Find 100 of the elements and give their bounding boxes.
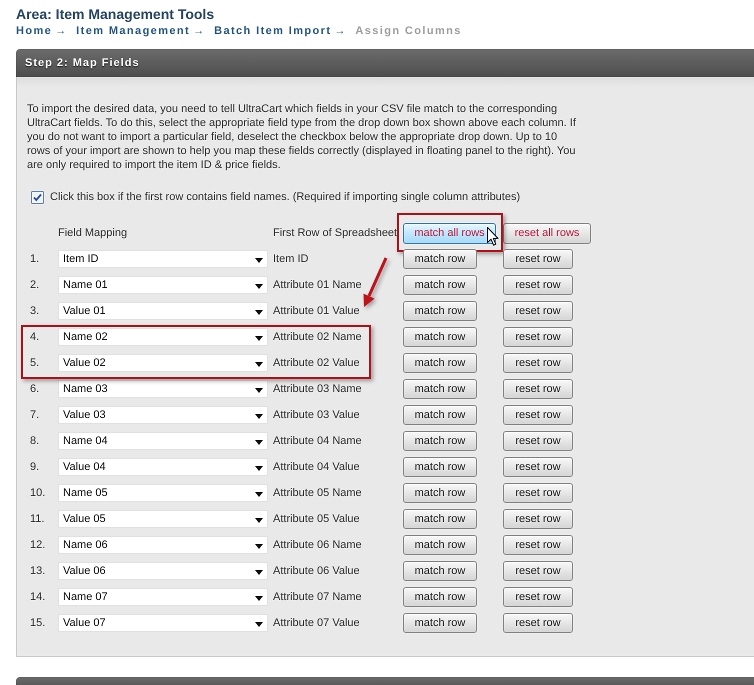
match-row-button[interactable]: match row — [403, 535, 477, 555]
match-all-button[interactable]: match all rows — [403, 222, 496, 244]
area-title: Area: Item Management Tools — [16, 5, 216, 23]
caret-icon — [255, 544, 263, 548]
breadcrumb-separator: → — [55, 25, 66, 37]
reset-row-button[interactable]: reset row — [503, 353, 573, 373]
row-number: 15. — [29, 617, 46, 629]
dropdown-field[interactable]: Value 04 — [58, 458, 268, 476]
row-number: 11. — [29, 513, 46, 525]
row-number: 9. — [29, 461, 40, 473]
checkbox[interactable] — [31, 190, 44, 204]
spreadsheet-value: Attribute 06 Name — [273, 539, 363, 551]
instructions-text: To import the desired data, you need to tell UltraCart which fields in your CSV file match to the corresponding UltraCart fields. To do this, select the appropriate field type from the drop down box shown above each column. If you do not want to import a particular field, deselect the checkbox below the appropriate drop down. Up to 10 rows of your import are shown to help you map these fields correctly (displayed in floating panel to the right). You are only required to import the item ID & price fields. — [27, 102, 577, 172]
breadcrumb-link[interactable]: Batch Item Import — [214, 25, 332, 37]
dropdown-field[interactable]: Value 07 — [58, 614, 268, 632]
match-row-button[interactable]: match row — [403, 561, 477, 581]
spreadsheet-value: Attribute 04 Value — [273, 461, 361, 473]
dropdown-field[interactable]: Value 02 — [58, 354, 268, 372]
reset-row-button[interactable]: reset row — [503, 561, 573, 581]
spreadsheet-value: Attribute 06 Value — [273, 565, 361, 577]
caret-icon — [255, 336, 263, 340]
reset-row-button[interactable]: reset row — [503, 457, 573, 477]
caret-icon — [255, 388, 263, 392]
match-row-button[interactable]: match row — [403, 431, 477, 451]
dropdown-field[interactable]: Name 02 — [58, 328, 268, 346]
checkbox-label: Click this box if the first row contains field names. (Required if importing single column attributes) — [50, 191, 520, 203]
dropdown-field[interactable]: Name 01 — [58, 276, 268, 294]
row-number: 10. — [29, 487, 46, 499]
dropdown-field[interactable]: Name 05 — [58, 484, 268, 502]
reset-row-button[interactable]: reset row — [503, 613, 573, 633]
match-row-button[interactable]: match row — [403, 249, 477, 269]
caret-icon — [255, 414, 263, 418]
spreadsheet-value: Attribute 05 Value — [273, 513, 361, 525]
match-row-button[interactable]: match row — [403, 587, 477, 607]
match-row-button[interactable]: match row — [403, 509, 477, 529]
reset-row-button[interactable]: reset row — [503, 587, 573, 607]
dropdown-field[interactable]: Value 01 — [58, 302, 268, 320]
match-row-button[interactable]: match row — [403, 353, 477, 373]
dropdown-field[interactable]: Value 05 — [58, 510, 268, 528]
breadcrumb-separator: → — [193, 25, 204, 37]
caret-icon — [255, 492, 263, 496]
row-number: 5. — [29, 357, 40, 369]
row-number: 1. — [29, 253, 40, 265]
caret-icon — [255, 258, 263, 262]
spreadsheet-value: Attribute 01 Name — [273, 279, 363, 291]
match-row-button[interactable]: match row — [403, 379, 477, 399]
dropdown-field[interactable]: Value 03 — [58, 406, 268, 424]
spreadsheet-value: Attribute 01 Value — [273, 305, 361, 317]
reset-row-button[interactable]: reset row — [503, 431, 573, 451]
match-row-button[interactable]: match row — [403, 301, 477, 321]
column-header: First Row of Spreadsheet — [273, 227, 398, 239]
row-number: 2. — [29, 279, 40, 291]
panel-title: Step 2: Map Fields — [25, 57, 140, 69]
annotation-arrow — [364, 257, 388, 307]
match-row-button[interactable]: match row — [403, 457, 477, 477]
breadcrumb-link[interactable]: Home — [16, 25, 52, 37]
reset-row-button[interactable]: reset row — [503, 535, 573, 555]
reset-row-button[interactable]: reset row — [503, 327, 573, 347]
caret-icon — [255, 440, 263, 444]
reset-row-button[interactable]: reset row — [503, 405, 573, 425]
cursor-icon — [487, 226, 499, 246]
caret-icon — [255, 284, 263, 288]
caret-icon — [255, 310, 263, 314]
reset-row-button[interactable]: reset row — [503, 509, 573, 529]
spreadsheet-value: Attribute 02 Name — [273, 331, 363, 343]
dropdown-field[interactable]: Name 07 — [58, 588, 268, 606]
spreadsheet-value: Attribute 03 Value — [273, 409, 361, 421]
reset-row-button[interactable]: reset row — [503, 249, 573, 269]
reset-all-button[interactable]: reset all rows — [503, 222, 591, 244]
reset-row-button[interactable]: reset row — [503, 483, 573, 503]
reset-row-button[interactable]: reset row — [503, 379, 573, 399]
match-row-button[interactable]: match row — [403, 275, 477, 295]
dropdown-field[interactable]: Name 04 — [58, 432, 268, 450]
spreadsheet-value: Attribute 07 Name — [273, 591, 363, 603]
row-number: 12. — [29, 539, 46, 551]
dropdown-field[interactable]: Item ID — [58, 250, 268, 268]
spreadsheet-value: Attribute 03 Name — [273, 383, 363, 395]
match-row-button[interactable]: match row — [403, 483, 477, 503]
spreadsheet-value: Attribute 02 Value — [273, 357, 361, 369]
spreadsheet-value: Item ID — [273, 253, 310, 265]
caret-icon — [255, 570, 263, 574]
breadcrumb-separator: → — [334, 25, 346, 37]
dropdown-field[interactable]: Name 03 — [58, 380, 268, 398]
row-number: 3. — [29, 305, 40, 317]
reset-row-button[interactable]: reset row — [503, 275, 573, 295]
caret-icon — [255, 362, 263, 366]
row-number: 6. — [29, 383, 40, 395]
spreadsheet-value: Attribute 04 Name — [273, 435, 363, 447]
dropdown-field[interactable]: Value 06 — [58, 562, 268, 580]
row-number: 7. — [29, 409, 40, 421]
match-row-button[interactable]: match row — [403, 327, 477, 347]
match-row-button[interactable]: match row — [403, 613, 477, 633]
spreadsheet-value: Attribute 07 Value — [273, 617, 361, 629]
match-row-button[interactable]: match row — [403, 405, 477, 425]
caret-icon — [255, 622, 263, 626]
reset-row-button[interactable]: reset row — [503, 301, 573, 321]
row-number: 4. — [29, 331, 40, 343]
caret-icon — [255, 596, 263, 600]
dropdown-field[interactable]: Name 06 — [58, 536, 268, 554]
breadcrumb-link[interactable]: Item Management — [76, 25, 190, 37]
